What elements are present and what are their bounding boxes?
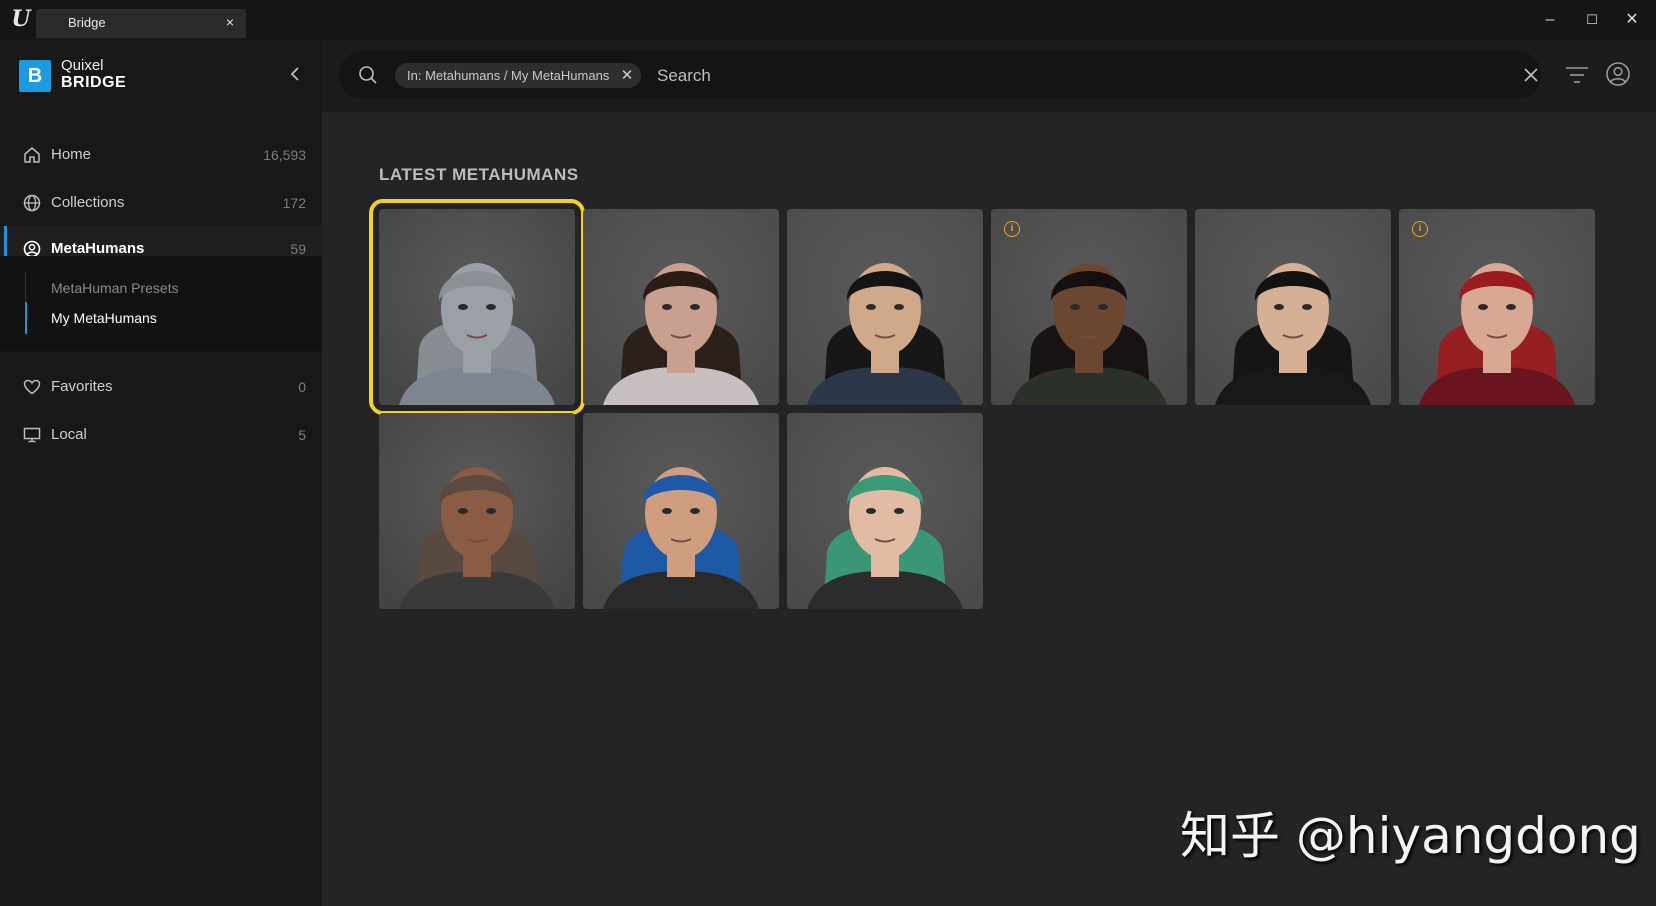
section-title: LATEST METAHUMANS xyxy=(379,165,579,184)
globe-icon xyxy=(23,194,41,212)
metahuman-card-older-man-bald[interactable] xyxy=(379,413,575,609)
heart-icon xyxy=(23,379,41,395)
metahuman-portrait xyxy=(991,209,1187,405)
sidebar-item-home[interactable]: Home 16,593 xyxy=(0,132,322,178)
sidebar-item-label: Collections xyxy=(51,194,125,211)
clear-search-icon[interactable] xyxy=(1521,65,1541,85)
filter-chip-close-icon[interactable]: ✕ xyxy=(621,63,634,88)
sidebar: B Quixel BRIDGE Home 16,593 Collections … xyxy=(0,40,322,906)
subnav-item-my-metahumans[interactable]: My MetaHumans xyxy=(51,310,157,326)
watermark: 知乎 @hiyangdong xyxy=(1180,807,1641,865)
sidebar-item-label: MetaHumans xyxy=(51,240,145,257)
minimize-button[interactable]: – xyxy=(1530,6,1570,34)
search-input[interactable] xyxy=(655,63,1519,89)
home-icon xyxy=(24,147,40,163)
sidebar-item-count: 16,593 xyxy=(263,147,306,163)
metahuman-card-man-black-hair[interactable] xyxy=(1195,209,1391,405)
sidebar-item-label: Favorites xyxy=(51,378,113,395)
tab-label: Bridge xyxy=(68,15,106,30)
metahuman-card-bald-grey-skin[interactable] xyxy=(369,199,585,415)
sidebar-item-count: 5 xyxy=(298,427,306,443)
search-bar[interactable]: In: Metahumans / My MetaHumans ✕ xyxy=(339,51,1541,99)
info-icon[interactable]: i xyxy=(1412,221,1428,237)
sidebar-item-label: Home xyxy=(51,146,92,163)
metahuman-portrait xyxy=(379,209,575,405)
metahuman-portrait xyxy=(379,413,575,609)
subnav-item-metahuman-presets[interactable]: MetaHuman Presets xyxy=(51,280,179,296)
main-content: In: Metahumans / My MetaHumans ✕ LATEST … xyxy=(322,40,1656,906)
filter-chip-label: In: Metahumans / My MetaHumans xyxy=(407,68,610,83)
metahumans-subnav: MetaHuman Presets My MetaHumans xyxy=(0,256,322,351)
metahuman-card-woman-dark-hair-bun[interactable] xyxy=(583,209,779,405)
sidebar-item-favorites[interactable]: Favorites 0 xyxy=(0,364,322,410)
brand-name-line2: BRIDGE xyxy=(61,74,127,91)
collapse-sidebar-icon[interactable] xyxy=(286,64,306,84)
monitor-icon xyxy=(23,427,41,443)
metahuman-portrait xyxy=(1399,209,1595,405)
metahuman-portrait xyxy=(787,413,983,609)
sidebar-item-count: 59 xyxy=(290,241,306,257)
metahuman-card-woman-blue-hair[interactable] xyxy=(583,413,779,609)
metahuman-card-woman-green-purple-hair[interactable] xyxy=(787,413,983,609)
tab-close-icon[interactable]: × xyxy=(226,14,234,30)
tab-bridge[interactable]: Bridge × xyxy=(36,9,246,38)
subnav-active-indicator xyxy=(25,302,27,334)
brand-name-line1: Quixel xyxy=(61,57,104,74)
bridge-logo-icon: B xyxy=(19,60,51,92)
search-icon[interactable] xyxy=(357,64,379,86)
search-header: In: Metahumans / My MetaHumans ✕ xyxy=(322,40,1656,112)
account-icon[interactable] xyxy=(1604,60,1632,88)
sidebar-item-collections[interactable]: Collections 172 xyxy=(0,180,322,226)
metahuman-card-woman-red-hair[interactable]: i xyxy=(1399,209,1595,405)
unreal-logo-icon: U xyxy=(11,6,31,32)
metahuman-card-woman-dark-skin[interactable]: i xyxy=(991,209,1187,405)
metahuman-portrait xyxy=(787,209,983,405)
sidebar-item-count: 0 xyxy=(298,379,306,395)
title-bar: U Bridge × – ☐ ✕ xyxy=(0,0,1656,40)
filter-chip[interactable]: In: Metahumans / My MetaHumans ✕ xyxy=(395,63,642,88)
metahuman-portrait xyxy=(1195,209,1391,405)
sidebar-item-local[interactable]: Local 5 xyxy=(0,412,322,458)
metahuman-card-man-short-black-hair[interactable] xyxy=(787,209,983,405)
sidebar-item-count: 172 xyxy=(282,195,306,211)
close-window-button[interactable]: ✕ xyxy=(1612,6,1652,34)
metahuman-portrait xyxy=(583,209,779,405)
filter-icon[interactable] xyxy=(1564,62,1590,88)
maximize-button[interactable]: ☐ xyxy=(1572,6,1612,34)
metahuman-portrait xyxy=(583,413,779,609)
sidebar-item-label: Local xyxy=(51,426,87,443)
info-icon[interactable]: i xyxy=(1004,221,1020,237)
